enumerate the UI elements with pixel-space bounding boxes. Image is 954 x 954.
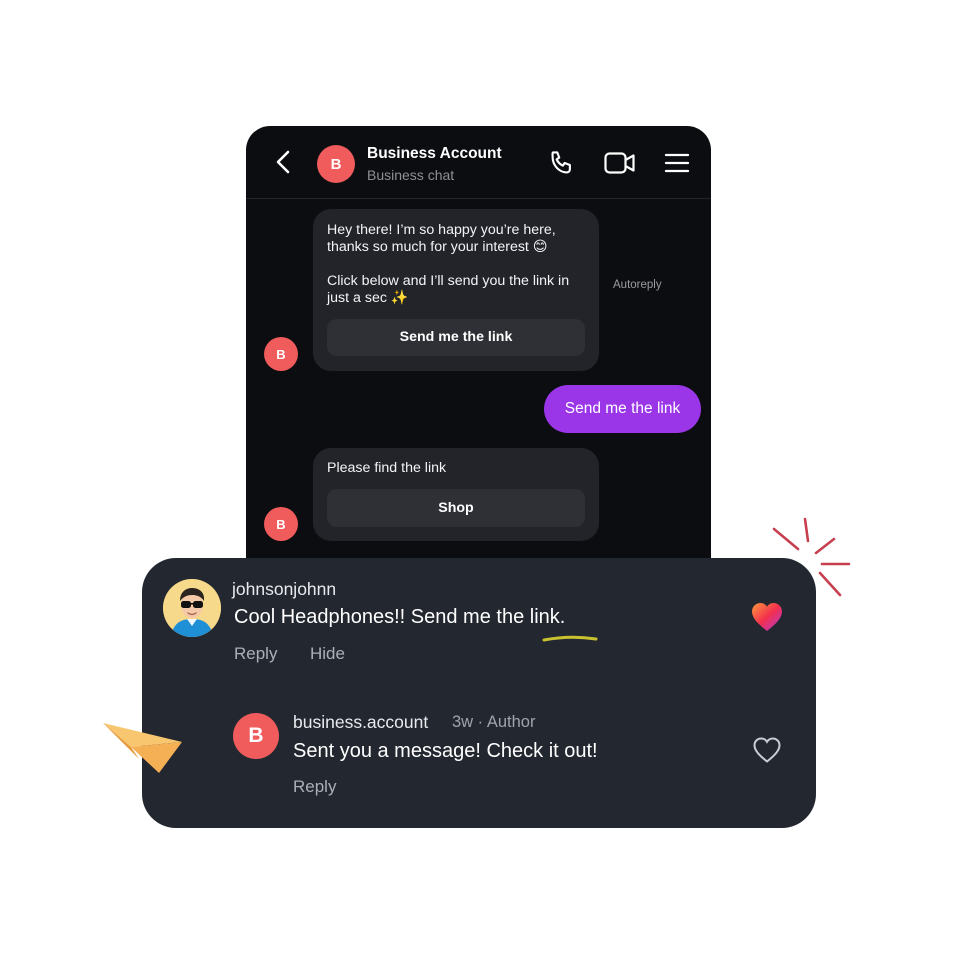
reply-username[interactable]: business.account (293, 712, 428, 733)
message-bubble: Please find the link Shop (313, 448, 599, 541)
chat-header: B Business Account Business chat (246, 126, 711, 199)
comment-card: johnsonjohnn Cool Headphones!! Send me t… (142, 558, 816, 828)
comment-text: Cool Headphones!! Send me the link. (234, 606, 566, 628)
reply-button[interactable]: Reply (234, 644, 277, 664)
paper-plane-icon (101, 717, 185, 777)
avatar[interactable] (163, 579, 221, 637)
reply-text: Sent you a message! Check it out! (293, 740, 598, 762)
heart-filled-icon[interactable] (750, 601, 784, 633)
reply-meta: 3w · Author (452, 713, 536, 731)
avatar[interactable]: B (317, 145, 355, 183)
chat-window: B Business Account Business chat Hey the… (246, 126, 711, 586)
menu-icon[interactable] (662, 148, 692, 178)
shop-button[interactable]: Shop (327, 489, 585, 527)
comment-username[interactable]: johnsonjohnn (232, 579, 336, 600)
avatar: B (264, 507, 298, 541)
hide-button[interactable]: Hide (310, 644, 345, 664)
avatar[interactable]: B (233, 713, 279, 759)
autoreply-label: Autoreply (613, 279, 662, 291)
back-arrow-icon[interactable] (270, 148, 298, 176)
sent-message-bubble: Send me the link (544, 385, 701, 433)
phone-icon[interactable] (547, 148, 577, 178)
message-bubble: Hey there! I’m so happy you’re here, tha… (313, 209, 599, 371)
reply-button[interactable]: Reply (293, 777, 336, 797)
heart-outline-icon[interactable] (752, 736, 782, 764)
send-link-button[interactable]: Send me the link (327, 319, 585, 356)
chat-subtitle: Business chat (367, 167, 455, 183)
video-icon[interactable] (603, 148, 637, 178)
avatar: B (264, 337, 298, 371)
chat-title: Business Account (367, 145, 502, 162)
message-text: Hey there! I’m so happy you’re here, tha… (327, 222, 570, 306)
underline-highlight (542, 630, 598, 642)
message-text: Please find the link (327, 460, 447, 476)
